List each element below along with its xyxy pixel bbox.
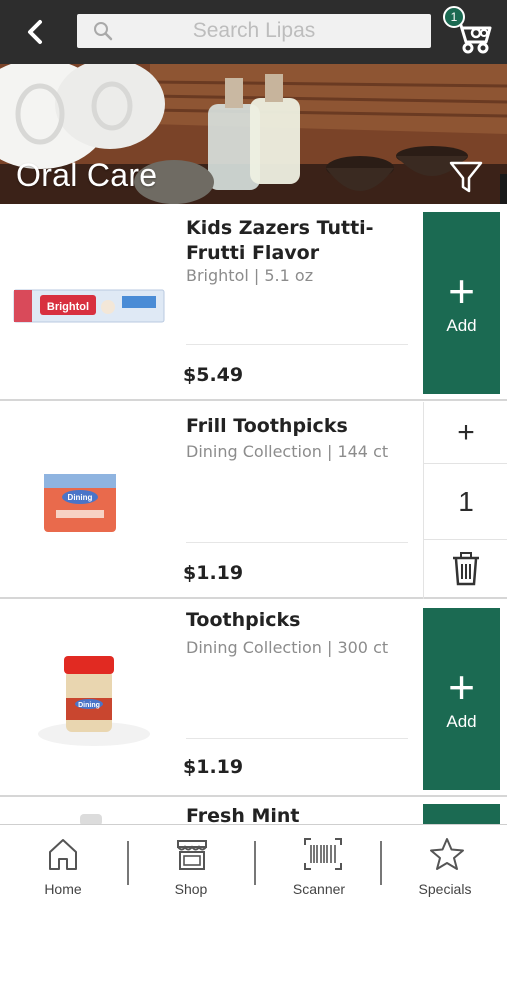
- nav-home[interactable]: Home: [0, 825, 126, 901]
- category-title: Oral Care: [16, 157, 158, 193]
- product-price: $1.19: [183, 562, 244, 584]
- search-placeholder: Search Lipas: [192, 19, 316, 42]
- product-name[interactable]: Frill Toothpicks: [186, 414, 411, 439]
- product-name[interactable]: Kids Zazers Tutti-Frutti Flavor: [186, 216, 411, 266]
- product-image-label: Dining: [68, 493, 93, 502]
- product-price: $5.49: [183, 364, 244, 386]
- nav-label: Shop: [174, 881, 208, 897]
- shop-icon: [177, 840, 207, 870]
- product-image-toothpaste: Brightol: [13, 289, 165, 323]
- bottom-navigation: Home Shop Scanner Specials: [0, 824, 507, 900]
- product-image-label: Dining: [78, 702, 100, 709]
- product-image-label: Brightol: [47, 301, 89, 313]
- nav-shop[interactable]: Shop: [128, 825, 254, 901]
- quantity-value: 1: [424, 464, 507, 540]
- product-price: $1.19: [183, 756, 244, 778]
- add-label: Add: [446, 316, 477, 335]
- product-row: Brightol Kids Zazers Tutti-Frutti Flavor…: [0, 204, 507, 401]
- plus-icon: +: [448, 265, 475, 317]
- add-label: Add: [446, 712, 477, 731]
- search-input[interactable]: Search Lipas: [77, 14, 431, 48]
- product-name[interactable]: Toothpicks: [186, 608, 411, 633]
- plus-icon: +: [448, 661, 475, 713]
- product-brand-size: Brightol | 5.1 oz: [186, 266, 314, 285]
- star-icon: [430, 838, 464, 870]
- product-image-frill-toothpicks: Dining: [44, 474, 116, 532]
- barcode-icon: [304, 838, 342, 870]
- category-banner: Oral Care: [0, 64, 507, 204]
- product-row: Dining Toothpicks Dining Collection | 30…: [0, 600, 507, 797]
- divider: [186, 344, 408, 345]
- trash-icon[interactable]: [450, 552, 482, 586]
- product-image-toothpicks: Dining: [38, 656, 150, 746]
- product-brand-size: Dining Collection | 144 ct: [186, 442, 389, 461]
- nav-scanner[interactable]: Scanner: [256, 825, 382, 901]
- product-brand-size: Dining Collection | 300 ct: [186, 638, 389, 657]
- home-icon: [49, 839, 77, 870]
- nav-specials[interactable]: Specials: [382, 825, 507, 901]
- filter-icon[interactable]: [448, 159, 484, 195]
- nav-label: Specials: [418, 881, 472, 897]
- back-button[interactable]: [20, 14, 52, 50]
- add-to-cart-button[interactable]: + Add: [423, 608, 500, 790]
- product-row: Dining Frill Toothpicks Dining Collectio…: [0, 402, 507, 599]
- cart-count-badge: 1: [443, 6, 465, 28]
- top-bar: Search Lipas 1: [0, 0, 507, 64]
- increase-quantity-button[interactable]: +: [424, 402, 507, 464]
- nav-label: Scanner: [292, 881, 346, 897]
- divider: [186, 542, 408, 543]
- back-arrow-icon: [28, 20, 42, 44]
- quantity-stepper: + 1: [423, 402, 507, 599]
- divider: [186, 738, 408, 739]
- nav-label: Home: [44, 881, 82, 897]
- add-to-cart-button[interactable]: + Add: [423, 212, 500, 394]
